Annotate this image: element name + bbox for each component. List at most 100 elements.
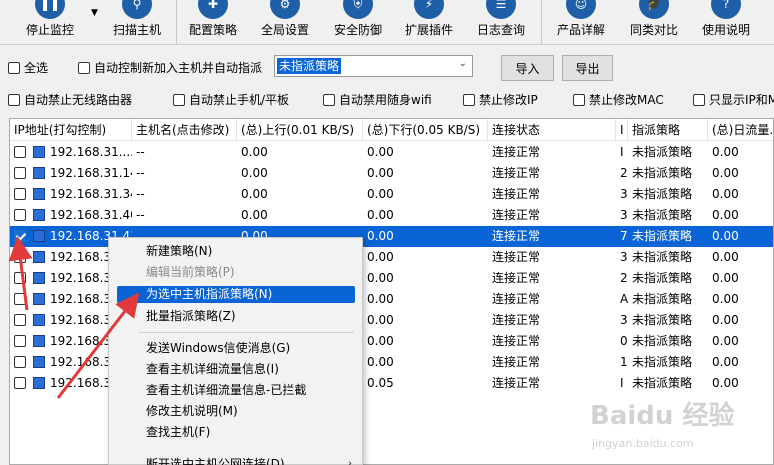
column-header-daily-traffic[interactable]: (总)日流量... — [708, 119, 773, 141]
import-button[interactable]: 导入 — [501, 55, 554, 81]
row-checkbox[interactable] — [14, 167, 26, 179]
toolbar-divider — [541, 0, 542, 44]
show-ip-mac-checkbox[interactable]: 只显示IP和M — [693, 91, 774, 108]
menu-item-new-policy[interactable]: 新建策略(N) — [109, 241, 362, 262]
block-router-checkbox[interactable]: 自动禁止无线路由器 — [8, 91, 132, 108]
checkbox-box[interactable] — [463, 93, 475, 106]
help-icon: ? — [711, 0, 741, 19]
menu-item-find-host[interactable]: 查找主机(F) — [109, 422, 362, 443]
cell-col6: 3 — [620, 313, 628, 327]
row-checkbox[interactable] — [14, 314, 26, 326]
chevron-down-icon[interactable]: ▼ — [91, 8, 98, 18]
cell-status: 连接正常 — [492, 334, 541, 348]
select-all-checkbox[interactable]: 全选 — [8, 59, 48, 76]
chevron-right-icon: › — [348, 459, 352, 465]
row-checkbox[interactable] — [14, 146, 26, 158]
cell-hostname[interactable]: -- — [132, 163, 237, 184]
column-header-download[interactable]: (总)下行(0.05 KB/S) — [363, 119, 488, 141]
column-header-ip[interactable]: IP地址(打勾控制) — [10, 119, 132, 141]
row-checkbox[interactable] — [14, 377, 26, 389]
row-checkbox[interactable] — [14, 230, 26, 242]
cell-hostname[interactable]: -- — [132, 184, 237, 205]
policy-select[interactable]: 未指派策略 ⌄ — [274, 55, 473, 77]
menu-item-view-traffic[interactable]: 查看主机详细流量信息(I) — [109, 359, 362, 380]
cell-policy: 未指派策略 — [632, 229, 693, 243]
column-header-col6[interactable]: I — [616, 119, 628, 141]
checkbox-box[interactable] — [323, 93, 335, 106]
graduation-icon: 🎓 — [639, 0, 669, 19]
computer-icon — [33, 272, 45, 284]
checkbox-box[interactable] — [173, 93, 185, 106]
column-header-upload[interactable]: (总)上行(0.01 KB/S) — [237, 119, 363, 141]
cell-hostname[interactable]: -- — [132, 205, 237, 226]
product-details-button[interactable]: ☺ 产品详解 — [557, 0, 605, 45]
export-button[interactable]: 导出 — [562, 55, 613, 81]
checkbox-box[interactable] — [78, 61, 90, 74]
cell-policy: 未指派策略 — [632, 313, 693, 327]
auto-assign-checkbox[interactable]: 自动控制新加入主机并自动指派 — [78, 59, 262, 76]
row-checkbox[interactable] — [14, 188, 26, 200]
row-checkbox[interactable] — [14, 272, 26, 284]
menu-item-view-traffic-blocked[interactable]: 查看主机详细流量信息-已拦截 — [109, 380, 362, 401]
menu-item-send-message[interactable]: 发送Windows信使消息(G) — [109, 338, 362, 359]
compare-button[interactable]: 🎓 同类对比 — [630, 0, 678, 45]
gear-icon: ⚙ — [270, 0, 300, 19]
menu-item-edit-policy[interactable]: 编辑当前策略(P) — [109, 262, 362, 283]
cell-daily-traffic: 0.00 — [712, 145, 739, 159]
column-header-hostname[interactable]: 主机名(点击修改) — [132, 119, 237, 141]
log-query-button[interactable]: ☰ 日志查询 — [477, 0, 525, 45]
shield-icon: ⛨ — [343, 0, 373, 19]
row-checkbox[interactable] — [14, 335, 26, 347]
menu-item-assign-policy[interactable]: 为选中主机指派策略(N) — [117, 286, 355, 303]
table-row[interactable]: 192.168.31.34 -- 0.00 0.00 连接正常 3 未指派策略 0.00 — [10, 184, 773, 205]
cell-daily-traffic: 0.00 — [712, 334, 739, 348]
row-checkbox[interactable] — [14, 209, 26, 221]
column-header-policy[interactable]: 指派策略 — [628, 119, 708, 141]
cell-download: 0.00 — [367, 166, 394, 180]
block-mac-checkbox[interactable]: 禁止修改MAC — [573, 91, 664, 108]
cell-hostname[interactable]: -- — [132, 142, 237, 163]
cell-daily-traffic: 0.00 — [712, 166, 739, 180]
cell-policy: 未指派策略 — [632, 250, 693, 264]
cell-col6: 3 — [620, 208, 628, 222]
cell-ip: 192.168.31.34 — [50, 187, 132, 201]
cell-status: 连接正常 — [492, 271, 541, 285]
cell-col6: A — [620, 292, 628, 306]
cell-download: 0.00 — [367, 355, 394, 369]
block-mobile-checkbox[interactable]: 自动禁止手机/平板 — [173, 91, 289, 108]
cell-policy: 未指派策略 — [632, 145, 693, 159]
column-header-status[interactable]: 连接状态 — [488, 119, 616, 141]
cell-daily-traffic: 0.00 — [712, 355, 739, 369]
scan-hosts-button[interactable]: ⚲ 扫描主机 — [113, 0, 161, 45]
checkbox-box[interactable] — [693, 93, 705, 106]
chevron-down-icon[interactable]: ⌄ — [459, 58, 467, 69]
toolbar-divider — [176, 0, 177, 44]
watermark-url: jingyan.baidu.com — [592, 437, 694, 450]
menu-item-edit-description[interactable]: 修改主机说明(M) — [109, 401, 362, 422]
table-row[interactable]: 192.168.31.40 -- 0.00 0.00 连接正常 3 未指派策略 0.00 — [10, 205, 773, 226]
table-row[interactable]: 192.168.31.... -- 0.00 0.00 连接正常 I 未指派策略 0.00 — [10, 142, 773, 163]
cell-upload: 0.00 — [241, 208, 268, 222]
extensions-button[interactable]: ⚡ 扩展插件 — [405, 0, 453, 45]
menu-item-disconnect[interactable]: 断开选中主机公网连接(D) — [109, 454, 362, 465]
table-row[interactable]: 192.168.31.14 -- 0.00 0.00 连接正常 2 未指派策略 0.00 — [10, 163, 773, 184]
block-ip-checkbox[interactable]: 禁止修改IP — [463, 91, 538, 108]
block-wifi-checkbox[interactable]: 自动禁用随身wifi — [323, 91, 432, 108]
help-button[interactable]: ? 使用说明 — [702, 0, 750, 45]
row-checkbox[interactable] — [14, 251, 26, 263]
security-defense-button[interactable]: ⛨ 安全防御 — [334, 0, 382, 45]
plugin-icon: ⚡ — [414, 0, 444, 19]
row-checkbox[interactable] — [14, 293, 26, 305]
checkbox-box[interactable] — [573, 93, 585, 106]
main-toolbar: ❚❚ 停止监控 ▼ ⚲ 扫描主机 ✚ 配置策略 ⚙ 全局设置 ⛨ 安全防御 ⚡ … — [0, 0, 774, 45]
config-policy-button[interactable]: ✚ 配置策略 — [189, 0, 237, 45]
checkbox-box[interactable] — [8, 61, 20, 74]
stop-monitor-button[interactable]: ❚❚ 停止监控 — [26, 0, 74, 45]
global-settings-button[interactable]: ⚙ 全局设置 — [261, 0, 309, 45]
row-checkbox[interactable] — [14, 356, 26, 368]
cell-download: 0.00 — [367, 334, 394, 348]
menu-item-batch-assign[interactable]: 批量指派策略(Z) — [109, 306, 362, 327]
cell-status: 连接正常 — [492, 229, 541, 243]
cell-daily-traffic: 0.00 — [712, 208, 739, 222]
checkbox-box[interactable] — [8, 93, 20, 106]
